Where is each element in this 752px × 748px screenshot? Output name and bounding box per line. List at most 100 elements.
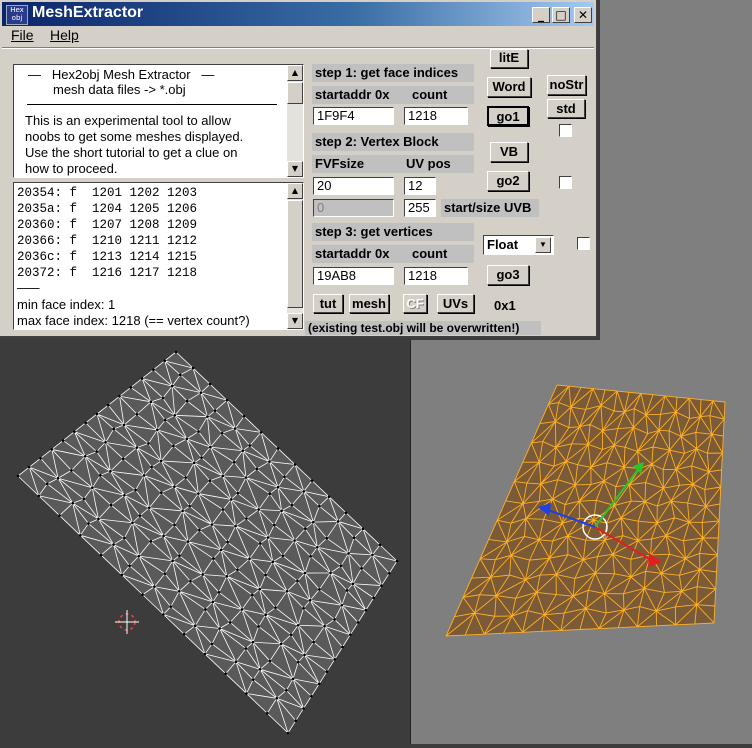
mesh-vertex	[152, 368, 155, 372]
scroll-down-arrow-icon[interactable]: ▼	[287, 161, 303, 177]
log-textbox[interactable]: 20354: f 1201 1202 1203 2035a: f 1204 120…	[13, 182, 304, 330]
log-line: 20360: f 1207 1208 1209	[17, 218, 198, 232]
hex2obj-app-icon[interactable]: Hex obj	[6, 5, 28, 25]
mesh-vertex	[50, 448, 54, 451]
mesh-vertex	[73, 430, 76, 434]
mesh-vertex	[212, 557, 215, 560]
menu-file[interactable]: File	[11, 27, 34, 43]
mesh-vertex	[345, 589, 349, 592]
lite-button[interactable]: litE	[490, 49, 528, 68]
mesh-vertex	[296, 623, 300, 627]
mesh-vertex	[302, 707, 305, 710]
mesh-vertex	[347, 552, 350, 555]
scroll-thumb[interactable]	[287, 200, 303, 308]
mesh-vertex	[188, 504, 191, 508]
std-button[interactable]: std	[547, 99, 585, 118]
vertex-type-value: Float	[487, 237, 519, 252]
mesh-vertex	[181, 509, 184, 513]
mesh-vertex	[344, 511, 348, 515]
mesh-vertex	[95, 450, 98, 453]
uvb-size-input[interactable]: 255	[404, 199, 436, 217]
vb-button[interactable]: VB	[490, 142, 528, 162]
uvs-button[interactable]: UVs	[437, 294, 474, 313]
mesh-vertex	[258, 542, 262, 545]
hex-prefix-label: 0x1	[494, 298, 516, 313]
mesh-button[interactable]: mesh	[349, 294, 389, 313]
mesh-vertex	[318, 588, 321, 591]
mesh-vertex	[140, 377, 144, 380]
mesh-vertex	[58, 514, 61, 517]
log-scrollbar[interactable]: ▲ ▼	[287, 183, 303, 329]
mesh-vertex	[162, 613, 165, 616]
shaded-mesh	[445, 384, 726, 637]
mesh-vertex	[147, 506, 151, 510]
mesh-vertex	[309, 554, 312, 558]
menu-help[interactable]: Help	[50, 27, 79, 43]
uvb-start-input[interactable]: 0	[313, 199, 394, 217]
mesh-vertex	[236, 491, 240, 495]
scroll-down-arrow-icon[interactable]: ▼	[287, 313, 303, 329]
step3-startaddr-input[interactable]: 19AB8	[313, 267, 394, 285]
mesh-vertex	[70, 469, 73, 472]
info-rule	[27, 104, 277, 105]
maximize-button[interactable]: □	[552, 7, 570, 23]
chevron-down-icon[interactable]: ▼	[535, 237, 551, 253]
mesh-vertex	[248, 444, 252, 447]
nostr-button[interactable]: noStr	[547, 75, 586, 95]
mesh-vertex	[141, 593, 144, 596]
mesh-vertex	[311, 520, 315, 524]
tut-button[interactable]: tut	[313, 294, 343, 313]
info-textbox[interactable]: — Hex2obj Mesh Extractor — mesh data fil…	[13, 64, 304, 178]
step2-uv-label: UV pos	[406, 156, 451, 171]
mesh-vertex	[122, 423, 126, 427]
mesh-vertex	[169, 605, 173, 608]
step1-count-input[interactable]: 1218	[404, 107, 468, 125]
go3-button[interactable]: go3	[487, 265, 529, 285]
shaded-mesh-surface	[446, 385, 725, 636]
mesh-vertex	[219, 548, 223, 552]
mesh-vertex	[296, 579, 299, 583]
mesh-vertex	[233, 427, 237, 430]
minimize-button[interactable]: _	[532, 7, 550, 23]
go2-button[interactable]: go2	[487, 171, 529, 191]
mesh-vertex	[37, 494, 41, 498]
step3-count-input[interactable]: 1218	[404, 267, 468, 285]
fvf-size-input[interactable]: 20	[313, 177, 394, 195]
step1-startaddr-input[interactable]: 1F9F4	[313, 107, 394, 125]
vb-checkbox[interactable]	[559, 176, 572, 189]
mesh-vertex	[289, 633, 293, 637]
title-bar[interactable]: Hex obj MeshExtractor _ □ ✕	[2, 2, 594, 26]
mesh-vertex	[221, 474, 225, 478]
desktop-background	[600, 0, 752, 340]
3d-cursor-icon	[115, 610, 139, 634]
mesh-vertex	[268, 460, 271, 463]
mesh-vertex	[123, 493, 126, 497]
mesh-vertex	[290, 503, 294, 507]
icon-text-bottom: obj	[11, 14, 23, 22]
cf-button[interactable]: CF	[403, 294, 427, 313]
std-checkbox[interactable]	[559, 124, 572, 137]
mesh-vertex	[184, 476, 188, 479]
mesh-vertex	[109, 469, 112, 473]
info-scrollbar[interactable]: ▲ ▼	[287, 65, 303, 177]
uv-pos-input[interactable]: 12	[404, 177, 436, 195]
right-3d-viewport[interactable]	[411, 340, 752, 744]
close-button[interactable]: ✕	[574, 7, 592, 23]
word-button[interactable]: Word	[487, 77, 531, 97]
scroll-up-arrow-icon[interactable]: ▲	[287, 65, 303, 81]
mesh-vertex	[71, 501, 74, 505]
mesh-vertex	[16, 474, 20, 478]
mesh-vertex	[149, 400, 153, 404]
mesh-vertex	[258, 587, 261, 591]
mesh-vertex	[178, 554, 181, 557]
mesh-vertex	[228, 621, 232, 624]
float-checkbox[interactable]	[577, 237, 590, 250]
scroll-thumb[interactable]	[287, 82, 303, 104]
go1-button[interactable]: go1	[487, 106, 529, 126]
scroll-up-arrow-icon[interactable]: ▲	[287, 183, 303, 199]
left-3d-viewport[interactable]	[0, 340, 410, 744]
mesh-vertex	[310, 479, 314, 482]
mesh-vertex	[387, 571, 391, 575]
mesh-vertex	[199, 391, 203, 394]
vertex-type-select[interactable]: Float ▼	[483, 235, 554, 255]
